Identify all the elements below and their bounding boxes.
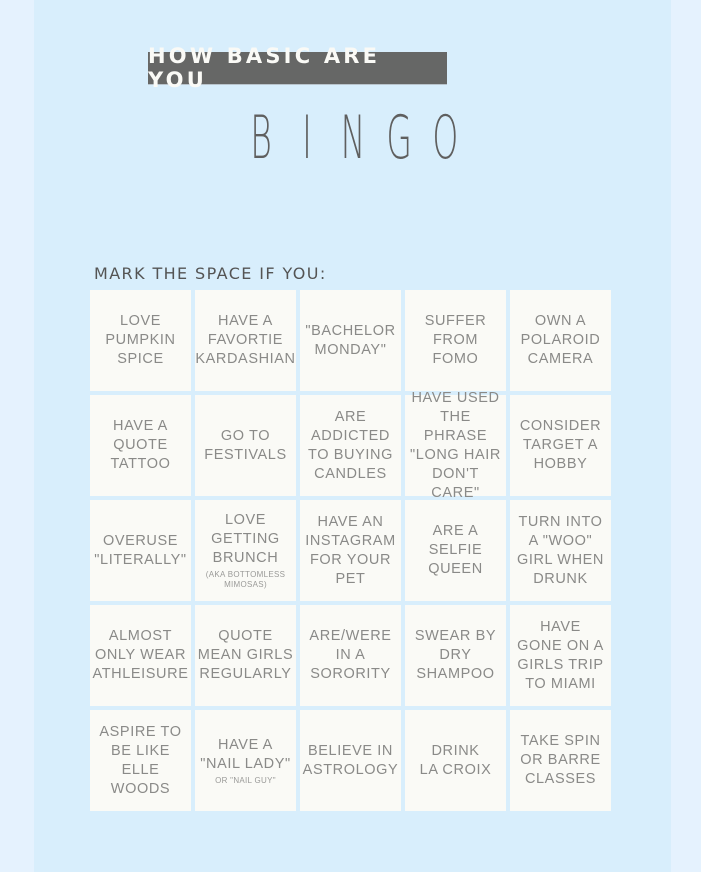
bingo-cell-text: CONSIDER TARGET A HOBBY	[519, 418, 602, 472]
bingo-cell-text: HAVE A "NAIL LADY"	[200, 736, 291, 772]
title-letter-i: I	[301, 103, 312, 173]
bingo-cell[interactable]: LOVE PUMPKIN SPICE	[90, 290, 191, 391]
bingo-cell[interactable]: QUOTE MEAN GIRLS REGULARLY	[195, 605, 296, 706]
bingo-cell[interactable]: OVERUSE "LITERALLY"	[90, 500, 191, 601]
bingo-cell[interactable]: HAVE A FAVORTIE KARDASHIAN	[195, 290, 296, 391]
title-letter-o: O	[431, 103, 458, 173]
bingo-cell-note: OR "NAIL GUY"	[215, 775, 276, 785]
bingo-cell[interactable]: GO TO FESTIVALS	[195, 395, 296, 496]
bingo-cell-text: TURN INTO A "WOO" GIRL WHEN DRUNK	[516, 513, 605, 587]
bingo-cell-text: LOVE GETTING BRUNCH	[211, 512, 280, 566]
bingo-card: HOW BASIC ARE YOU B I N G O MARK THE SPA…	[34, 0, 671, 872]
bingo-cell[interactable]: CONSIDER TARGET A HOBBY	[510, 395, 611, 496]
bingo-cell-text: "BACHELOR MONDAY"	[305, 322, 396, 358]
subtitle: HOW BASIC ARE YOU	[148, 44, 381, 92]
bingo-cell-text: HAVE GONE ON A GIRLS TRIP TO MIAMI	[517, 618, 604, 692]
bingo-cell-text: HAVE AN INSTAGRAM FOR YOUR PET	[305, 513, 396, 587]
bingo-cell[interactable]: SWEAR BY DRY SHAMPOO	[405, 605, 506, 706]
bingo-cell-text: LOVE PUMPKIN SPICE	[105, 313, 176, 367]
bingo-cell[interactable]: TAKE SPIN OR BARRE CLASSES	[510, 710, 611, 811]
title-letter-n: N	[340, 103, 365, 173]
bingo-cell-text: ARE/WERE IN A SORORITY	[309, 628, 392, 682]
bingo-cell[interactable]: HAVE A "NAIL LADY" OR "NAIL GUY"	[195, 710, 296, 811]
bingo-cell[interactable]: LOVE GETTING BRUNCH (AKA BOTTOMLESS MIMOS…	[195, 500, 296, 601]
bingo-cell[interactable]: HAVE USED THE PHRASE "LONG HAIR DON'T CA…	[405, 390, 506, 501]
bingo-cell-text: OVERUSE "LITERALLY"	[94, 532, 187, 568]
bingo-cell-text: QUOTE MEAN GIRLS REGULARLY	[197, 628, 294, 682]
bingo-cell-text: HAVE USED THE PHRASE "LONG HAIR DON'T CA…	[410, 389, 501, 501]
bingo-cell-note: (AKA BOTTOMLESS MIMOSAS)	[205, 570, 286, 589]
bingo-grid: LOVE PUMPKIN SPICE HAVE A FAVORTIE KARDAS…	[90, 290, 611, 811]
bingo-cell[interactable]: HAVE A QUOTE TATTOO	[90, 395, 191, 496]
bingo-cell[interactable]: ARE ADDICTED TO BUYING CANDLES	[300, 395, 401, 496]
bingo-cell[interactable]: OWN A POLAROID CAMERA	[510, 290, 611, 391]
bingo-cell[interactable]: SUFFER FROM FOMO	[405, 290, 506, 391]
bingo-cell-text: GO TO FESTIVALS	[204, 427, 287, 463]
bingo-cell-text: OWN A POLAROID CAMERA	[520, 313, 601, 367]
bingo-cell[interactable]: TURN INTO A "WOO" GIRL WHEN DRUNK	[510, 500, 611, 601]
bingo-cell-text: DRINK LA CROIX	[419, 742, 492, 778]
subtitle-banner: HOW BASIC ARE YOU	[148, 44, 447, 92]
bingo-cell[interactable]: BELIEVE IN ASTROLOGY	[300, 710, 401, 811]
title-letter-b: B	[249, 103, 272, 173]
bingo-cell[interactable]: ARE A SELFIE QUEEN	[405, 500, 506, 601]
bingo-title: B I N G O	[34, 98, 671, 178]
bingo-cell[interactable]: DRINK LA CROIX	[405, 710, 506, 811]
bingo-cell[interactable]: HAVE AN INSTAGRAM FOR YOUR PET	[300, 500, 401, 601]
bingo-cell[interactable]: ARE/WERE IN A SORORITY	[300, 605, 401, 706]
bingo-cell-text: HAVE A QUOTE TATTOO	[110, 418, 171, 472]
bingo-cell-text: HAVE A FAVORTIE KARDASHIAN	[195, 313, 296, 367]
instruction-text: MARK THE SPACE IF YOU:	[94, 264, 327, 283]
bingo-cell-text: ALMOST ONLY WEAR ATHLEISURE	[92, 628, 189, 682]
bingo-cell-text: ARE A SELFIE QUEEN	[428, 523, 483, 577]
bingo-cell-text: ASPIRE TO BE LIKE ELLE WOODS	[99, 723, 182, 797]
bingo-cell[interactable]: HAVE GONE ON A GIRLS TRIP TO MIAMI	[510, 605, 611, 706]
bingo-cell-text: BELIEVE IN ASTROLOGY	[302, 742, 399, 778]
bingo-cell-text: ARE ADDICTED TO BUYING CANDLES	[308, 408, 393, 482]
bingo-cell[interactable]: ALMOST ONLY WEAR ATHLEISURE	[90, 605, 191, 706]
bingo-cell-text: SUFFER FROM FOMO	[424, 313, 487, 367]
title-letter-g: G	[385, 103, 412, 173]
bingo-cell-text: TAKE SPIN OR BARRE CLASSES	[520, 733, 601, 787]
bingo-cell[interactable]: "BACHELOR MONDAY"	[300, 290, 401, 391]
bingo-cell[interactable]: ASPIRE TO BE LIKE ELLE WOODS	[90, 710, 191, 811]
bingo-cell-text: SWEAR BY DRY SHAMPOO	[414, 628, 497, 682]
